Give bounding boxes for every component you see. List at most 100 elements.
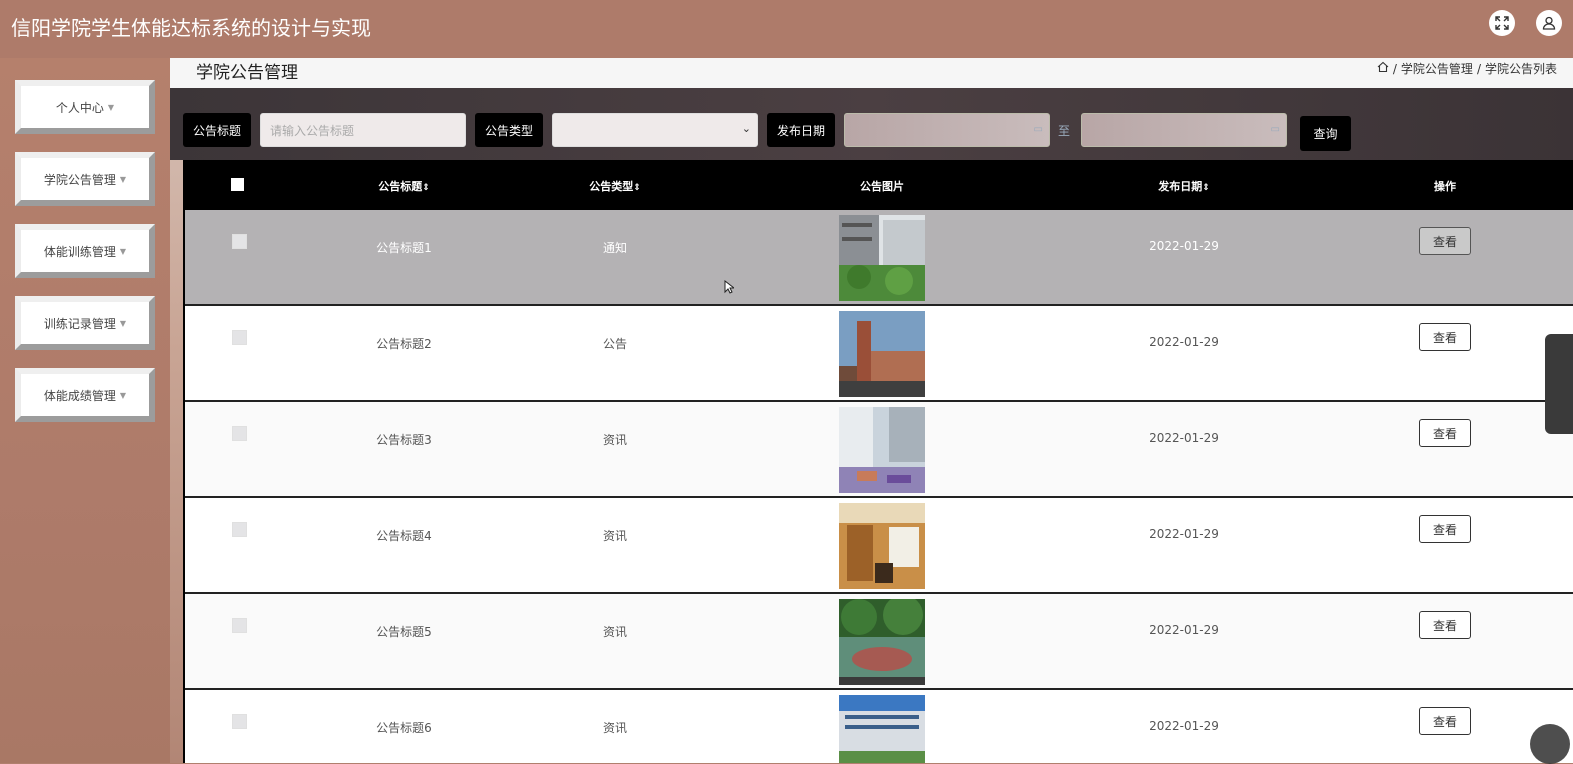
notice-image [839, 215, 925, 301]
top-bar: 信阳学院学生体能达标系统的设计与实现 [0, 0, 1573, 58]
column-header-type[interactable]: 公告类型⇕ [589, 178, 641, 194]
notice-type: 通知 [602, 241, 628, 255]
page-title: 学院公告管理 [196, 63, 298, 83]
type-filter-label: 公告类型 [475, 113, 544, 147]
notice-date: 2022-01-29 [1149, 239, 1219, 253]
side-panel-toggle[interactable] [1545, 334, 1573, 434]
table-row[interactable]: 公告标题2 公告 2022-01-29 查看 [185, 306, 1573, 402]
sidebar-item-training-management[interactable]: 体能训练管理 ▼ [15, 224, 155, 278]
sidebar-item-record-management[interactable]: 训练记录管理 ▼ [15, 296, 155, 350]
sidebar: 个人中心 ▼ 学院公告管理 ▼ 体能训练管理 ▼ 训练记录管理 ▼ 体能成绩管理 ▼ [0, 58, 170, 763]
notice-date: 2022-01-29 [1149, 527, 1219, 541]
notice-title: 公告标题2 [376, 337, 432, 351]
home-icon[interactable] [1377, 61, 1389, 76]
select-all-checkbox[interactable] [231, 178, 244, 191]
calendar-icon: ▭ [1270, 124, 1280, 135]
page-header: 学院公告管理 / 学院公告管理 / 学院公告列表 [170, 58, 1573, 89]
view-button[interactable]: 查看 [1419, 323, 1471, 351]
sidebar-item-label: 训练记录管理 [43, 316, 116, 331]
main-content: 学院公告管理 / 学院公告管理 / 学院公告列表 公告标题 请输入公告标题 公告… [170, 58, 1573, 763]
chevron-down-icon: ▼ [107, 102, 115, 112]
view-button[interactable]: 查看 [1419, 419, 1471, 447]
notice-image [839, 311, 925, 397]
notice-table: 公告标题⇕ 公告类型⇕ 公告图片 发布日期⇕ 操作 公告标题1 通知 2022-… [183, 160, 1573, 763]
table-header: 公告标题⇕ 公告类型⇕ 公告图片 发布日期⇕ 操作 [185, 160, 1573, 210]
row-checkbox[interactable] [232, 234, 247, 249]
notice-date: 2022-01-29 [1149, 623, 1219, 637]
column-header-label: 公告标题 [378, 180, 423, 193]
chevron-down-icon: ▼ [119, 246, 127, 256]
notice-title: 公告标题3 [376, 433, 432, 447]
column-header-label: 公告类型 [589, 180, 634, 193]
watermark: CSDN @睿轩毕设项目 [1366, 736, 1529, 755]
expand-icon[interactable] [1489, 10, 1515, 36]
mouse-cursor-icon [724, 279, 736, 298]
sort-icon: ⇕ [1202, 183, 1210, 193]
notice-type: 资讯 [602, 529, 628, 543]
column-header-actions: 操作 [1434, 180, 1456, 193]
floating-button[interactable] [1530, 724, 1570, 764]
notice-type: 资讯 [602, 433, 628, 447]
date-range-separator: 至 [1058, 124, 1071, 138]
row-checkbox[interactable] [232, 426, 247, 441]
title-filter-label: 公告标题 [183, 113, 252, 147]
notice-title: 公告标题5 [376, 625, 432, 639]
notice-image [839, 503, 925, 589]
notice-title: 公告标题6 [376, 721, 432, 735]
notice-type: 公告 [602, 337, 628, 351]
column-header-title[interactable]: 公告标题⇕ [378, 178, 430, 194]
view-button[interactable]: 查看 [1419, 707, 1471, 735]
table-row[interactable]: 公告标题4 资讯 2022-01-29 查看 [185, 498, 1573, 594]
notice-title: 公告标题1 [376, 241, 432, 255]
notice-image [839, 407, 925, 493]
type-select[interactable]: ⌄ [552, 113, 758, 147]
row-checkbox[interactable] [232, 330, 247, 345]
column-header-date[interactable]: 发布日期⇕ [1158, 178, 1210, 194]
app-title: 信阳学院学生体能达标系统的设计与实现 [11, 16, 371, 40]
date-from-input[interactable]: ▭ [844, 113, 1050, 147]
sidebar-item-personal-center[interactable]: 个人中心 ▼ [15, 80, 155, 134]
column-header-label: 发布日期 [1158, 180, 1203, 193]
sort-icon: ⇕ [633, 183, 641, 193]
title-search-input[interactable]: 请输入公告标题 [260, 113, 466, 147]
breadcrumb: / 学院公告管理 / 学院公告列表 [1377, 60, 1557, 77]
view-button[interactable]: 查看 [1419, 611, 1471, 639]
chevron-down-icon: ⌄ [741, 122, 751, 135]
breadcrumb-item[interactable]: 学院公告管理 [1401, 60, 1473, 77]
row-checkbox[interactable] [232, 714, 247, 729]
breadcrumb-separator: / [1392, 61, 1397, 76]
user-icon[interactable] [1536, 10, 1562, 36]
sort-icon: ⇕ [422, 183, 430, 193]
notice-date: 2022-01-29 [1149, 719, 1219, 733]
view-button[interactable]: 查看 [1419, 227, 1471, 255]
sidebar-item-label: 个人中心 [55, 100, 104, 115]
notice-type: 资讯 [602, 721, 628, 735]
sidebar-item-notice-management[interactable]: 学院公告管理 ▼ [15, 152, 155, 206]
search-bar: 公告标题 请输入公告标题 公告类型 ⌄ 发布日期 ▭ 至 ▭ 查询 [170, 88, 1573, 160]
row-checkbox[interactable] [232, 522, 247, 537]
date-to-input[interactable]: ▭ [1081, 113, 1287, 147]
table-row[interactable]: 公告标题3 资讯 2022-01-29 查看 [185, 402, 1573, 498]
table-row[interactable]: 公告标题1 通知 2022-01-29 查看 [185, 210, 1573, 306]
table-row[interactable]: 公告标题6 资讯 2022-01-29 查看 [185, 690, 1573, 763]
column-header-image: 公告图片 [860, 180, 904, 193]
chevron-down-icon: ▼ [119, 174, 127, 184]
notice-title: 公告标题4 [376, 529, 432, 543]
table-row[interactable]: 公告标题5 资讯 2022-01-29 查看 [185, 594, 1573, 690]
sidebar-item-label: 学院公告管理 [43, 172, 116, 187]
query-button[interactable]: 查询 [1300, 116, 1351, 151]
chevron-down-icon: ▼ [119, 390, 127, 400]
view-button[interactable]: 查看 [1419, 515, 1471, 543]
notice-type: 资讯 [602, 625, 628, 639]
date-filter-label: 发布日期 [767, 113, 836, 147]
breadcrumb-separator: / [1476, 61, 1481, 76]
calendar-icon: ▭ [1033, 124, 1043, 135]
chevron-down-icon: ▼ [119, 318, 127, 328]
sidebar-item-label: 体能成绩管理 [43, 388, 116, 403]
notice-image [839, 695, 925, 763]
sidebar-item-score-management[interactable]: 体能成绩管理 ▼ [15, 368, 155, 422]
sidebar-item-label: 体能训练管理 [43, 244, 116, 259]
row-checkbox[interactable] [232, 618, 247, 633]
breadcrumb-item: 学院公告列表 [1484, 62, 1557, 76]
notice-date: 2022-01-29 [1149, 335, 1219, 349]
